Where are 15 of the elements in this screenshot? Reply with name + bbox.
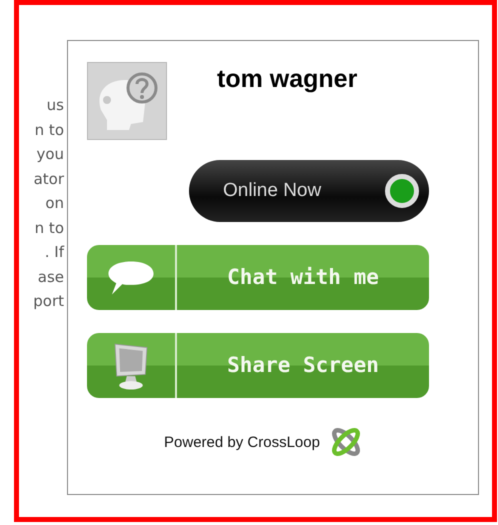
text-fragment: ator: [34, 168, 64, 190]
text-fragment: n to: [34, 218, 64, 238]
avatar-icon: [87, 62, 167, 140]
text-fragment: n to: [34, 120, 64, 140]
text-fragment: you: [36, 144, 64, 165]
text-fragment: port: [33, 291, 64, 312]
share-screen-button[interactable]: Share Screen: [87, 333, 429, 398]
text-fragment: us: [46, 95, 64, 116]
text-fragment: . If: [44, 242, 64, 263]
powered-by-text: Powered by CrossLoop: [164, 434, 320, 450]
text-fragment: on: [45, 193, 64, 214]
text-fragment: ase: [38, 266, 64, 288]
status-label: Online Now: [223, 180, 322, 202]
chat-button[interactable]: Chat with me: [87, 245, 429, 310]
user-name: tom wagner: [217, 65, 358, 95]
